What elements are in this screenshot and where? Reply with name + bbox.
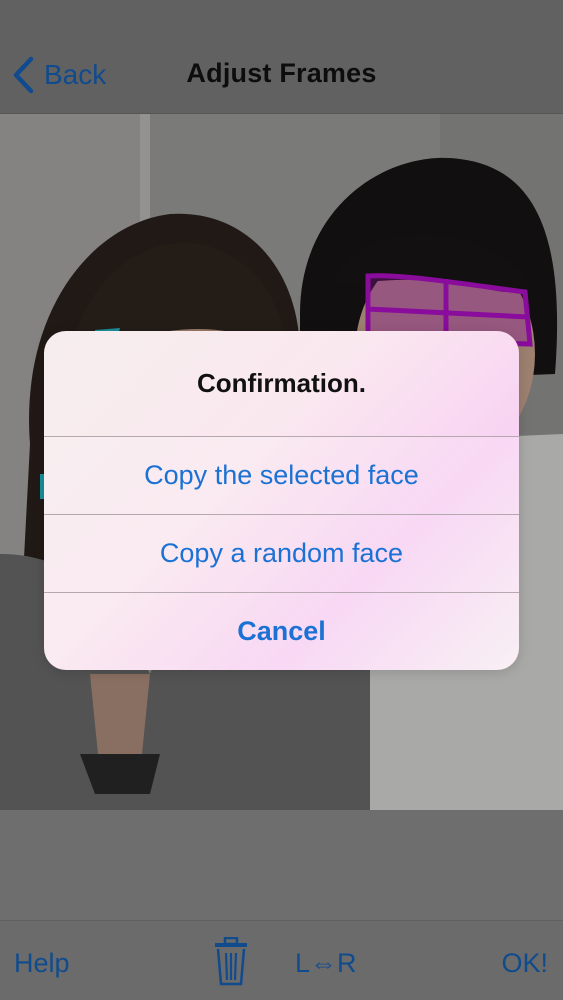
bottom-toolbar: Help L⇔R OK! [0,920,563,1000]
swap-left-right-button[interactable]: L⇔R [295,943,357,983]
delete-button[interactable] [212,935,250,989]
empty-area [0,810,563,920]
trash-icon [215,937,247,986]
help-button[interactable]: Help [14,943,70,983]
copy-selected-face-button[interactable]: Copy the selected face [44,436,519,514]
screen: Back Adjust Frames Help L⇔R OK! Confirma… [0,0,563,1000]
alert-title: Confirmation. [197,368,366,398]
page-title: Adjust Frames [186,58,377,88]
copy-random-face-button[interactable]: Copy a random face [44,514,519,592]
ok-button[interactable]: OK! [501,943,548,983]
navigation-bar: Back Adjust Frames [0,0,563,114]
cancel-button[interactable]: Cancel [44,592,519,670]
confirmation-alert: Confirmation. Copy the selected face Cop… [44,331,519,670]
